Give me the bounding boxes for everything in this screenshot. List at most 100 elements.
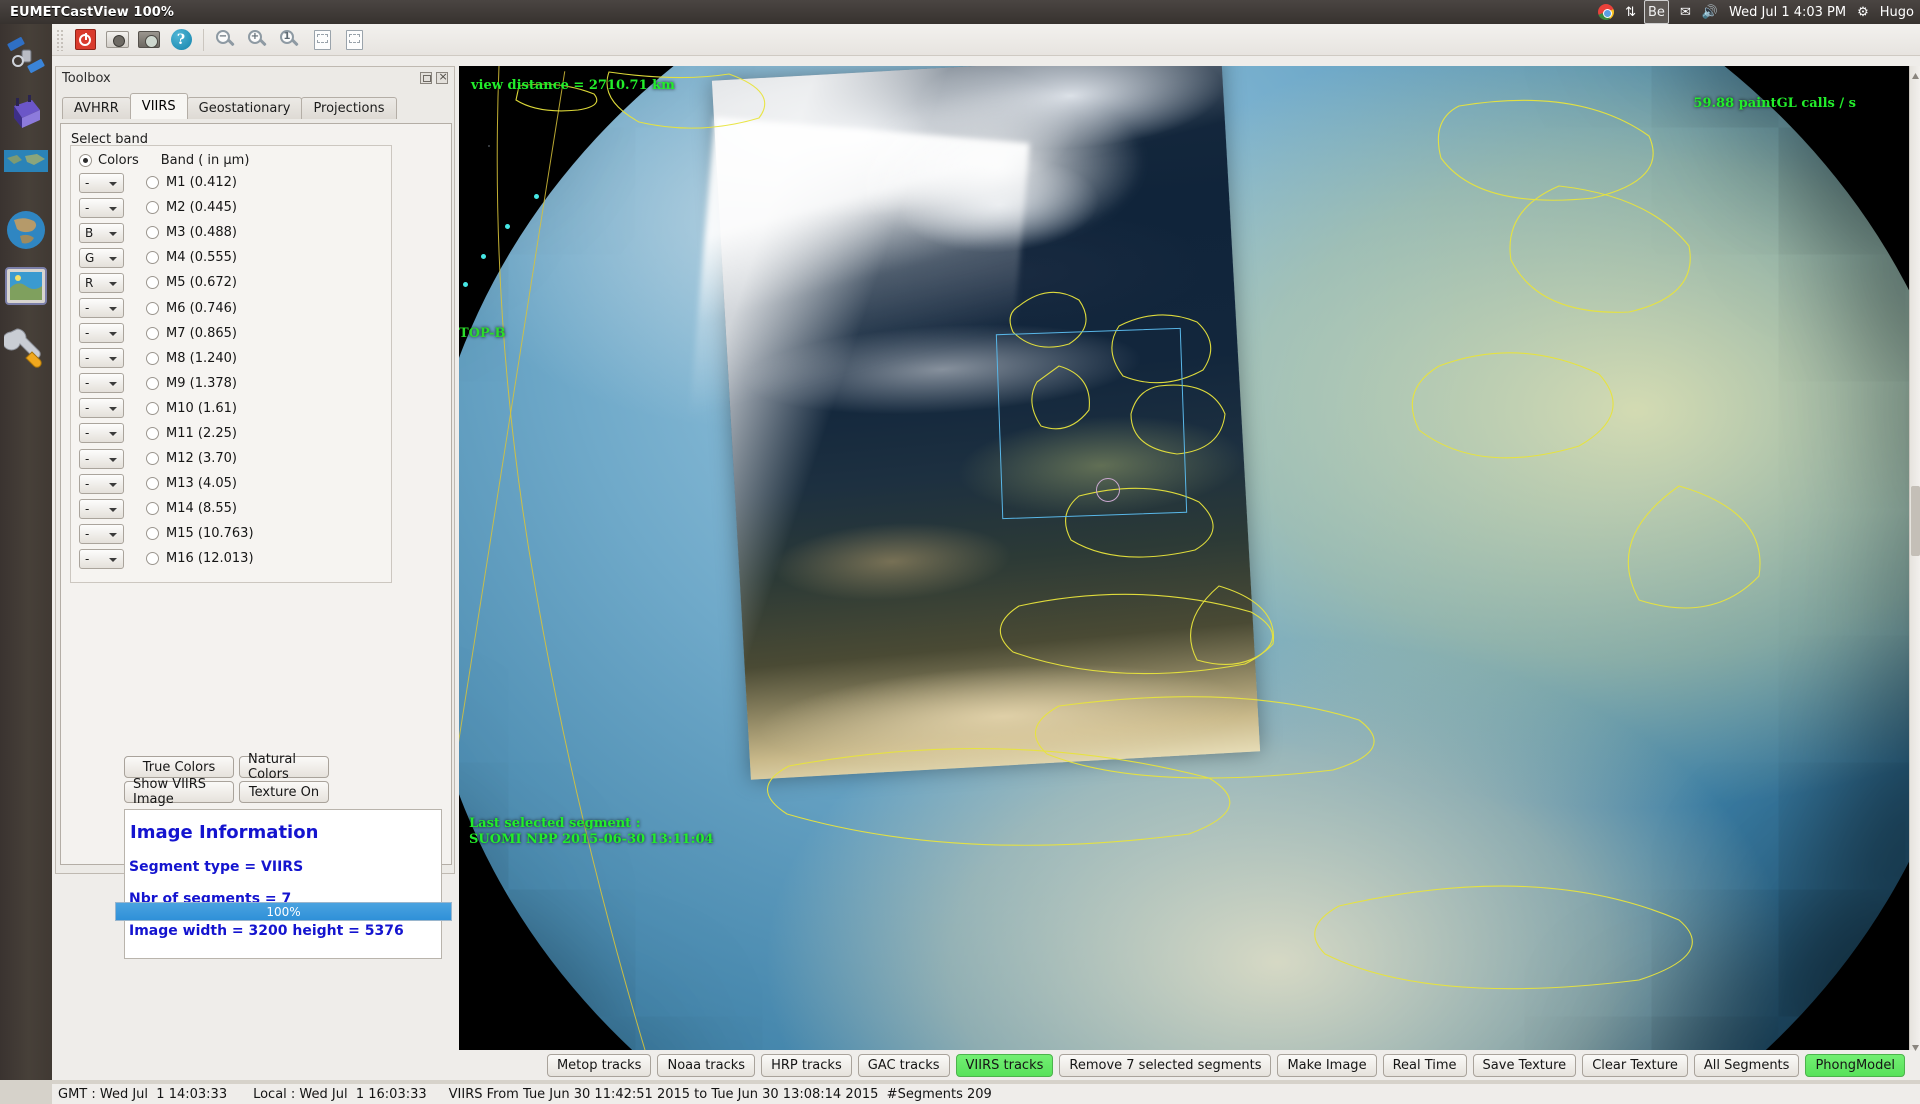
user-menu[interactable]: Hugo xyxy=(1880,0,1914,24)
globe-button-metop-tracks[interactable]: Metop tracks xyxy=(546,1053,652,1077)
segment-marker[interactable] xyxy=(463,282,468,287)
natural-colors-button[interactable]: Natural Colors xyxy=(239,752,329,782)
band-color-select-2[interactable]: - xyxy=(79,197,124,218)
band-color-select-13[interactable]: - xyxy=(79,473,124,494)
launcher-item-satellite[interactable] xyxy=(4,34,48,78)
globe-button-remove-7-selected-segments[interactable]: Remove 7 selected segments xyxy=(1059,1053,1272,1077)
band-radio-8[interactable] xyxy=(146,351,159,365)
launcher-item-worldmap[interactable] xyxy=(4,150,48,194)
tab-avhrr[interactable]: AVHRR xyxy=(62,97,131,119)
band-color-select-6[interactable]: - xyxy=(79,298,124,319)
band-row: - M15 (10.763) xyxy=(71,521,391,546)
true-colors-button[interactable]: True Colors xyxy=(124,756,234,778)
band-radio-9[interactable] xyxy=(146,376,159,390)
gear-icon[interactable]: ⚙ xyxy=(1857,0,1869,24)
band-radio-11[interactable] xyxy=(146,426,159,440)
band-color-select-14[interactable]: - xyxy=(79,498,124,519)
texture-toggle-button[interactable]: Texture On xyxy=(239,781,329,803)
globe-button-clear-texture[interactable]: Clear Texture xyxy=(1582,1053,1688,1077)
toolbar-drag-handle[interactable] xyxy=(56,28,64,51)
band-radio-12[interactable] xyxy=(146,452,159,466)
scrollbar-thumb[interactable] xyxy=(1911,486,1920,556)
help-button[interactable]: ? xyxy=(166,26,196,54)
segment-marker[interactable] xyxy=(505,224,510,229)
band-row: - M10 (1.61) xyxy=(71,396,391,421)
band-color-select-5[interactable]: R xyxy=(79,272,124,293)
band-color-select-3[interactable]: B xyxy=(79,222,124,243)
band-color-select-11[interactable]: - xyxy=(79,423,124,444)
scroll-up-icon[interactable] xyxy=(1911,67,1920,79)
zoom-out-button[interactable]: − xyxy=(211,26,241,54)
globe-button-hrp-tracks[interactable]: HRP tracks xyxy=(761,1053,852,1077)
colors-radio[interactable] xyxy=(79,154,92,167)
segment-marker[interactable] xyxy=(534,194,539,199)
chevron-down-icon xyxy=(109,557,117,562)
exit-button[interactable] xyxy=(70,26,100,54)
camera-button[interactable] xyxy=(102,26,132,54)
zoom-reset-button[interactable]: 1 xyxy=(275,26,305,54)
band-color-value: - xyxy=(85,526,90,541)
float-icon[interactable] xyxy=(420,72,432,84)
globe-button-real-time[interactable]: Real Time xyxy=(1382,1053,1467,1077)
band-color-select-12[interactable]: - xyxy=(79,448,124,469)
band-color-select-16[interactable]: - xyxy=(79,548,124,569)
tab-viirs[interactable]: VIIRS xyxy=(129,93,188,119)
band-color-select-4[interactable]: G xyxy=(79,247,124,268)
globe-button-all-segments[interactable]: All Segments xyxy=(1693,1053,1800,1077)
segment-marker[interactable] xyxy=(481,254,486,259)
selection-rectangle[interactable] xyxy=(995,327,1188,520)
tab-projections[interactable]: Projections xyxy=(301,97,397,119)
globe-button-viirs-tracks[interactable]: VIIRS tracks xyxy=(955,1053,1054,1077)
chrome-icon[interactable] xyxy=(1598,0,1615,24)
tab-geostationary[interactable]: Geostationary xyxy=(186,97,303,119)
chevron-down-icon xyxy=(109,532,117,537)
globe-image-button[interactable] xyxy=(134,26,164,54)
network-icon[interactable]: ⇅ xyxy=(1625,0,1636,24)
band-radio-7[interactable] xyxy=(146,326,159,340)
zoom-in-button[interactable]: + xyxy=(243,26,273,54)
band-radio-3[interactable] xyxy=(146,226,159,240)
band-radio-6[interactable] xyxy=(146,301,159,315)
selection-circle[interactable] xyxy=(1096,478,1120,502)
vertical-scrollbar[interactable] xyxy=(1909,66,1920,1051)
keyboard-layout-indicator[interactable]: Be xyxy=(1644,0,1669,24)
band-radio-5[interactable] xyxy=(146,276,159,290)
band-color-select-15[interactable]: - xyxy=(79,523,124,544)
launcher-item-spacecraft[interactable] xyxy=(4,92,48,136)
band-radio-15[interactable] xyxy=(146,527,159,541)
show-viirs-image-button[interactable]: Show VIIRS Image xyxy=(124,777,234,807)
band-radio-10[interactable] xyxy=(146,401,159,415)
band-radio-4[interactable] xyxy=(146,251,159,265)
band-radio-13[interactable] xyxy=(146,477,159,491)
volume-icon[interactable]: 🔊 xyxy=(1702,0,1718,24)
fit-width-button[interactable] xyxy=(307,26,337,54)
band-selection-group: Colors Band ( in µm) - M1 (0.412) - M2 (0.4… xyxy=(70,145,392,583)
band-color-select-10[interactable]: - xyxy=(79,398,124,419)
launcher-item-image[interactable] xyxy=(4,266,48,310)
opengl-globe-view[interactable]: view distance = 2710.71 km 59.88 paintGL… xyxy=(459,66,1911,1050)
band-radio-16[interactable] xyxy=(146,552,159,566)
globe-button-make-image[interactable]: Make Image xyxy=(1277,1053,1377,1077)
globe-image-icon xyxy=(138,31,160,48)
band-color-select-7[interactable]: - xyxy=(79,323,124,344)
band-color-select-9[interactable]: - xyxy=(79,373,124,394)
image-information-panel: Image Information Segment type = VIIRS N… xyxy=(124,809,442,959)
band-radio-14[interactable] xyxy=(146,502,159,516)
globe-button-noaa-tracks[interactable]: Noaa tracks xyxy=(657,1053,756,1077)
band-radio-2[interactable] xyxy=(146,201,159,215)
clock[interactable]: Wed Jul 1 4:03 PM xyxy=(1729,0,1846,24)
globe-button-phongmodel[interactable]: PhongModel xyxy=(1805,1053,1905,1077)
band-radio-1[interactable] xyxy=(146,176,159,190)
band-color-select-1[interactable]: - xyxy=(79,172,124,193)
launcher-item-tools[interactable] xyxy=(2,324,48,368)
globe-button-gac-tracks[interactable]: GAC tracks xyxy=(857,1053,950,1077)
mail-icon[interactable]: ✉ xyxy=(1680,0,1691,24)
band-color-select-8[interactable]: - xyxy=(79,348,124,369)
band-color-value: - xyxy=(85,301,90,316)
globe-button-save-texture[interactable]: Save Texture xyxy=(1472,1053,1577,1077)
band-color-value: - xyxy=(85,200,90,215)
scroll-down-icon[interactable] xyxy=(1911,1038,1920,1051)
fit-page-button[interactable] xyxy=(339,26,369,54)
close-icon[interactable] xyxy=(436,71,448,84)
launcher-item-globe[interactable] xyxy=(4,208,48,252)
